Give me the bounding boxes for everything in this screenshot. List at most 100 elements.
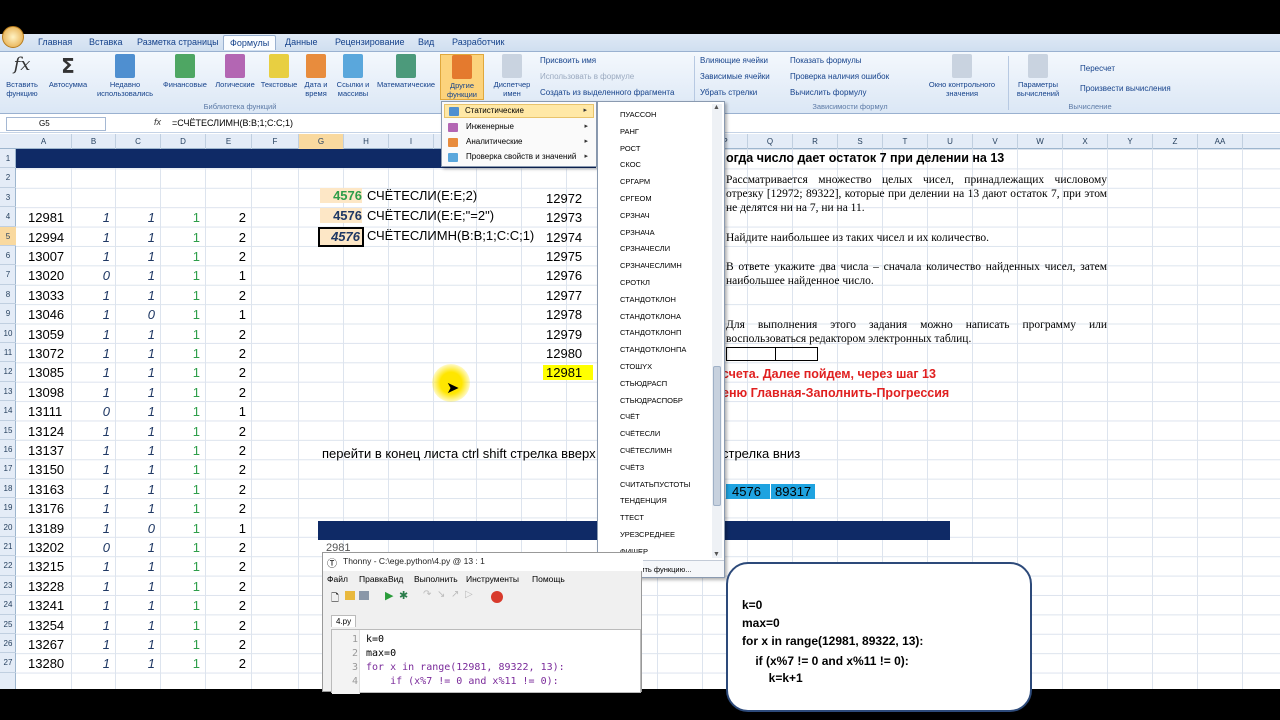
cell-a5[interactable]: 12994 <box>28 230 64 245</box>
autosum-button[interactable]: Σ Автосумма <box>46 54 90 89</box>
column-header-r[interactable]: R <box>793 134 838 149</box>
cell-e10[interactable]: 2 <box>206 327 246 342</box>
cell-b17[interactable]: 1 <box>72 462 110 477</box>
cell-g5-selected[interactable]: 4576 <box>318 227 364 247</box>
trace-precedents-button[interactable]: Влияющие ячейки <box>700 56 768 65</box>
row-header-19[interactable]: 19 <box>0 498 16 518</box>
cell-e27[interactable]: 2 <box>206 656 246 671</box>
submenu-item[interactable]: СТЬЮДРАСПОБР <box>620 396 683 405</box>
cell-c21[interactable]: 1 <box>116 540 155 555</box>
cell-a15[interactable]: 13124 <box>28 424 64 439</box>
cell-d26[interactable]: 1 <box>161 637 200 652</box>
cell-a10[interactable]: 13059 <box>28 327 64 342</box>
tab-formulas[interactable]: Формулы <box>223 35 277 50</box>
cell-e16[interactable]: 2 <box>206 443 246 458</box>
run-icon[interactable]: ▶ <box>385 589 393 602</box>
cell-c8[interactable]: 1 <box>116 288 155 303</box>
cell-c19[interactable]: 1 <box>116 501 155 516</box>
cell-e22[interactable]: 2 <box>206 559 246 574</box>
cell-e20[interactable]: 1 <box>206 521 246 536</box>
tab-home[interactable]: Главная <box>38 37 72 47</box>
cell-d5[interactable]: 1 <box>161 230 200 245</box>
cell-h4[interactable]: СЧЁТЕСЛИ(E:E;"=2") <box>367 208 494 223</box>
name-manager-button[interactable]: Диспетчер имен <box>490 54 534 98</box>
cell-q18[interactable]: 89317 <box>771 484 815 499</box>
cell-a23[interactable]: 13228 <box>28 579 64 594</box>
cell-e9[interactable]: 1 <box>206 307 246 322</box>
cell-c11[interactable]: 1 <box>116 346 155 361</box>
use-in-formula-button[interactable]: Использовать в формуле <box>540 72 634 81</box>
cell-a21[interactable]: 13202 <box>28 540 64 555</box>
editor-tab-4py[interactable]: 4.py <box>331 615 357 627</box>
cell-e6[interactable]: 2 <box>206 249 246 264</box>
cell-a9[interactable]: 13046 <box>28 307 64 322</box>
thonny-menu-item[interactable]: Помощь <box>532 574 565 584</box>
cell-c5[interactable]: 1 <box>116 230 155 245</box>
cell-a6[interactable]: 13007 <box>28 249 64 264</box>
other-functions-button[interactable]: Другие функции <box>440 54 484 100</box>
cell-b20[interactable]: 1 <box>72 521 110 536</box>
error-checking-button[interactable]: Проверка наличия ошибок <box>790 72 889 81</box>
row-header-23[interactable]: 23 <box>0 576 16 596</box>
cell-a14[interactable]: 13111 <box>28 404 62 419</box>
submenu-item[interactable]: СРГАРМ <box>620 177 650 186</box>
cell-b13[interactable]: 1 <box>72 385 110 400</box>
submenu-item[interactable]: СТОШYX <box>620 362 652 371</box>
cell-e7[interactable]: 1 <box>206 268 246 283</box>
menu-item-information[interactable]: Проверка свойств и значений ▸ <box>444 152 594 162</box>
cell-b22[interactable]: 1 <box>72 559 110 574</box>
column-header-b[interactable]: B <box>72 134 116 149</box>
cell-c17[interactable]: 1 <box>116 462 155 477</box>
cell-a24[interactable]: 13241 <box>28 598 64 613</box>
row-header-9[interactable]: 9 <box>0 304 16 324</box>
new-file-icon[interactable]: 🗋 <box>331 591 339 608</box>
name-box[interactable]: G5 <box>6 117 106 131</box>
submenu-item[interactable]: СЧЁТ <box>620 412 640 421</box>
cell-b16[interactable]: 1 <box>72 443 110 458</box>
cell-b25[interactable]: 1 <box>72 618 110 633</box>
row-header-16[interactable]: 16 <box>0 440 16 460</box>
column-header-q[interactable]: Q <box>748 134 793 149</box>
datetime-button[interactable]: Дата и время <box>300 54 332 98</box>
submenu-item[interactable]: СТЬЮДРАСП <box>620 379 667 388</box>
cell-e8[interactable]: 2 <box>206 288 246 303</box>
cell-a20[interactable]: 13189 <box>28 521 64 536</box>
cell-j8[interactable]: 12977 <box>546 288 582 303</box>
column-header-s[interactable]: S <box>838 134 883 149</box>
submenu-item[interactable]: СРЗНАЧЕСЛИМН <box>620 261 682 270</box>
thonny-menu-item[interactable]: Правка <box>359 574 388 584</box>
column-header-c[interactable]: C <box>116 134 161 149</box>
cell-d24[interactable]: 1 <box>161 598 200 613</box>
submenu-item[interactable]: ТТЕСТ <box>620 513 644 522</box>
cell-g3[interactable]: 4576 <box>320 188 362 203</box>
column-header-z[interactable]: Z <box>1153 134 1198 149</box>
submenu-item[interactable]: СРГЕОМ <box>620 194 652 203</box>
row-header-2[interactable]: 2 <box>0 168 16 188</box>
column-header-g[interactable]: G <box>299 134 344 149</box>
save-file-icon[interactable] <box>359 591 369 600</box>
insert-function-button[interactable]: fx Вставить функцию <box>2 54 42 98</box>
cell-c15[interactable]: 1 <box>116 424 155 439</box>
submenu-item[interactable]: СТАНДОТКЛОНА <box>620 312 681 321</box>
column-header-d[interactable]: D <box>161 134 206 149</box>
cell-e5[interactable]: 2 <box>206 230 246 245</box>
cell-j10[interactable]: 12979 <box>546 327 582 342</box>
cell-e21[interactable]: 2 <box>206 540 246 555</box>
code-editor[interactable]: 1 2 3 4 k=0 max=0 for x in range(12981, … <box>331 629 641 694</box>
row-header-8[interactable]: 8 <box>0 285 16 305</box>
tab-review[interactable]: Рецензирование <box>335 37 405 47</box>
cell-j12[interactable]: 12981 <box>543 365 593 381</box>
remove-arrows-button[interactable]: Убрать стрелки <box>700 88 757 97</box>
cell-c27[interactable]: 1 <box>116 656 155 671</box>
cell-b24[interactable]: 1 <box>72 598 110 613</box>
cell-c7[interactable]: 1 <box>116 268 155 283</box>
menu-item-analytical[interactable]: Аналитические ▸ <box>444 137 594 147</box>
cell-c14[interactable]: 1 <box>116 404 155 419</box>
scroll-down-icon[interactable]: ▼ <box>713 551 720 558</box>
row-header-18[interactable]: 18 <box>0 479 16 499</box>
submenu-item[interactable]: СТАНДОТКЛОНПА <box>620 345 686 354</box>
cell-d8[interactable]: 1 <box>161 288 200 303</box>
cell-e24[interactable]: 2 <box>206 598 246 613</box>
column-header-x[interactable]: X <box>1063 134 1108 149</box>
cell-c13[interactable]: 1 <box>116 385 155 400</box>
